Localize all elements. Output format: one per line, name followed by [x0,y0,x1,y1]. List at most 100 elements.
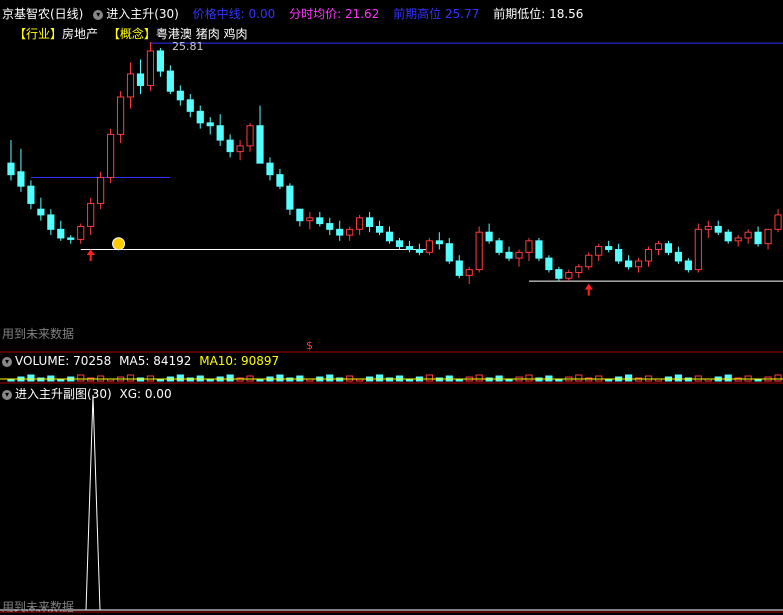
chart-canvas [0,42,783,613]
concept-tag: 【概念】 [107,27,156,41]
ma10-label: MA10: [199,354,238,368]
industry-value: 房地产 [62,27,99,41]
ma10-value: 90897 [240,354,280,368]
volume-bar [176,374,184,382]
candle-body [754,231,762,245]
candle-body [236,145,244,153]
ma5-value: 84192 [153,354,192,368]
candle-body [57,228,65,239]
volume-bar [575,374,583,382]
candle-body [555,269,563,279]
sub-panel-title[interactable]: 进入主升副图(30) [15,387,112,401]
volume-bar [326,374,334,382]
candle-body [375,225,384,233]
candle-body [485,231,493,242]
candle-body [515,251,523,259]
future-data-warning: 用到未来数据 [2,327,75,341]
candle-body [266,162,274,176]
candle-body [475,231,483,271]
candle-body [674,251,682,262]
candle-body [67,237,75,240]
volume-bar [276,374,284,382]
candle-body [336,228,344,236]
candle-body [644,248,653,262]
candle-body [306,217,314,222]
candle-body [415,248,423,253]
volume-bar [475,374,483,382]
candle-body [17,171,25,187]
volume-bar [425,374,433,382]
candle-body [37,208,45,216]
candle-body [455,260,463,276]
candle-body [206,122,214,127]
candle-body [595,246,603,256]
candle-body [126,73,135,98]
peak-price-label: 25.81 [172,40,204,53]
candle-body [575,266,583,273]
volume-bar [77,374,85,382]
volume-bar [226,374,234,382]
buy-arrow-icon [584,283,593,296]
candle-body [296,208,304,222]
volume-bar [126,374,135,382]
candle-body [176,90,184,101]
candle-body [97,177,105,204]
candle-body [216,125,224,141]
candle-body [505,251,513,259]
candle-body [156,50,164,72]
candle-body [425,240,433,253]
candle-body [545,257,553,271]
xg-label: XG: [119,387,142,401]
candle-body [694,228,702,271]
volume-label: VOLUME: [15,354,70,368]
indicator-name[interactable]: 进入主升(30) [106,7,179,21]
candle-body [744,231,752,239]
candle-body [385,231,394,242]
candle-body [166,70,174,92]
candle-body [445,243,453,262]
prior-high-value: 25.77 [445,7,480,21]
candle-body [366,217,374,227]
candle-body [146,50,155,86]
concept-value: 粤港澳 猪肉 鸡肉 [155,27,248,41]
candle-body [704,225,712,230]
prior-high-label: 前期高位 [393,7,442,21]
candle-body [276,174,284,187]
candle-body [286,185,294,210]
candle-body [326,223,334,230]
sub-panel-toggle-icon[interactable]: ▾ [2,389,12,400]
avg-price-label: 分时均价: [289,7,342,21]
candle-body [405,246,414,250]
sub-panel-header: ▾ 进入主升副图(30) XG: 0.00 [2,385,172,402]
collapse-toggle-icon[interactable]: ▾ [93,9,104,20]
candle-body [196,110,204,124]
candle-body [107,133,115,179]
volume-bar [625,374,633,382]
volume-bar [724,374,732,382]
volume-value: 70258 [73,354,112,368]
candle-body [116,96,125,135]
prior-low-label: 前期低位: [493,7,546,21]
candle-body [395,240,404,248]
candle-body [136,73,145,86]
candle-body [714,225,722,233]
candle-body [625,260,633,268]
xg-signal-spike [85,394,101,611]
candle-body [7,162,15,176]
candle-body [664,243,673,253]
candle-body [316,217,324,225]
candle-body [764,228,772,245]
candle-body [734,237,742,242]
xg-value: 0.00 [144,387,172,401]
coin-icon [112,237,126,251]
candle-body [535,240,543,259]
candle-body [565,271,573,279]
candle-body [615,248,623,262]
tags-row: 【行业】房地产 【概念】粤港澳 猪肉 鸡肉 [14,25,248,42]
volume-toggle-icon[interactable]: ▾ [2,356,12,367]
volume-bar [674,374,682,382]
volume-bar [774,374,782,382]
buy-arrow-icon [86,249,95,262]
candle-body [585,254,593,268]
prior-low-value: 18.56 [549,7,584,21]
